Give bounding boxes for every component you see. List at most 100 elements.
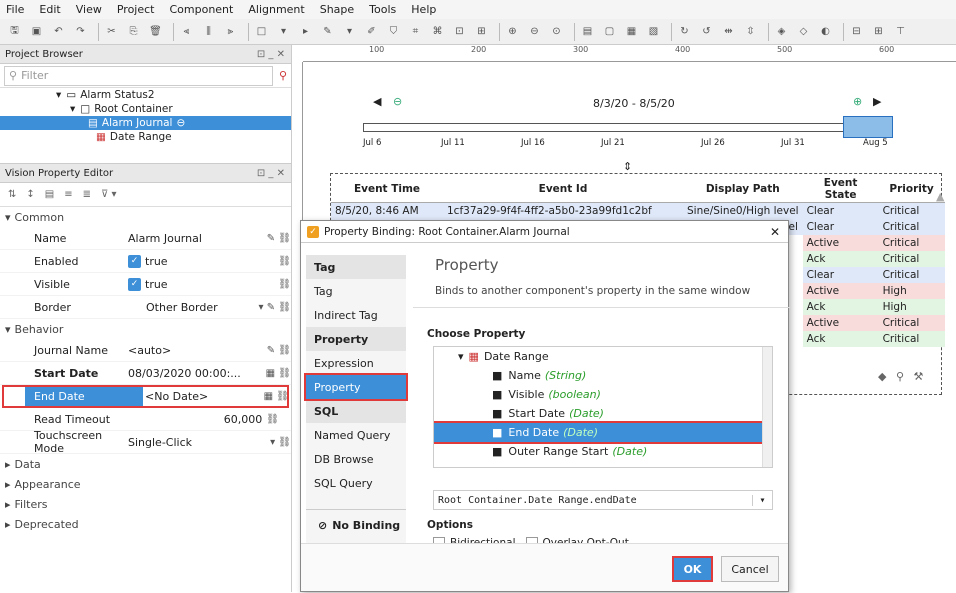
link-icon[interactable]: ⛓ [266, 414, 279, 425]
prop-journal-name[interactable]: Journal Name <auto> ✎ ⛓ [0, 339, 291, 362]
bring-front-icon[interactable]: ▦ [623, 23, 640, 40]
property-tree[interactable]: ▾ ▦ Date Range ■ Name (String) ■ Visible (bo… [433, 346, 773, 468]
rotate-back-icon[interactable]: ↺ [698, 23, 715, 40]
xor-icon[interactable]: ⊞ [473, 23, 490, 40]
link-icon[interactable]: ⛓ [278, 256, 291, 267]
prop-read-timeout[interactable]: Read Timeout 60,000 ⛓ [0, 408, 291, 431]
property-item[interactable]: ■ Visible (boolean) [434, 385, 772, 404]
menu-shape[interactable]: Shape [320, 3, 354, 16]
prev-arrow-icon[interactable]: ◀ [373, 95, 381, 108]
menu-tools[interactable]: Tools [369, 3, 396, 16]
menu-help[interactable]: Help [411, 3, 436, 16]
zoom-in-icon[interactable]: ⊕ [853, 95, 862, 108]
pointer-icon[interactable]: ▸ [297, 23, 314, 40]
expand-icon[interactable]: ▾ [458, 350, 464, 363]
filter-options-icon[interactable]: ⚲ [279, 69, 287, 82]
filter-icon[interactable]: ⊽ ▾ [101, 189, 117, 200]
stroke-icon[interactable]: ◇ [795, 23, 812, 40]
section-common[interactable]: ▾ Common [0, 207, 291, 227]
property-item[interactable]: ■ Name (String) [434, 366, 772, 385]
wand-icon[interactable]: ⚒ [914, 370, 924, 383]
close-icon[interactable]: ✕ [770, 225, 780, 239]
grid-icon[interactable]: ▤ [45, 189, 54, 200]
zoom-fit-icon[interactable]: ⊙ [548, 23, 565, 40]
tree-scrollbar[interactable] [762, 347, 772, 467]
panel-controls-icon[interactable]: ⊡ _ ✕ [257, 168, 285, 179]
menu-file[interactable]: File [6, 3, 24, 16]
binding-type-item[interactable]: Named Query [306, 423, 406, 447]
property-item[interactable]: ■ Outer Range Start (Date) [434, 442, 772, 461]
property-item-selected[interactable]: ■ End Date (Date) [434, 421, 772, 444]
flip-h-icon[interactable]: ⇹ [720, 23, 737, 40]
property-item[interactable]: ■ Start Date (Date) [434, 404, 772, 423]
prop-visible[interactable]: Visible ✓ true ⛓ [0, 273, 291, 296]
align-center-icon[interactable]: ⫼ [200, 23, 217, 40]
prop-border[interactable]: Border Other Border ▾ ✎ ⛓ [0, 296, 291, 319]
rotate-icon[interactable]: ↻ [676, 23, 693, 40]
tree-node-date-range[interactable]: ▾ ▦ Date Range [434, 347, 772, 366]
cut-icon[interactable]: ✂ [103, 23, 120, 40]
section-data[interactable]: ▸ Data [0, 454, 291, 474]
tree-item-alarm-journal[interactable]: ▤ Alarm Journal ⊖ [0, 116, 291, 130]
save-all-icon[interactable]: ▣ [28, 23, 45, 40]
pencil-icon[interactable]: ✐ [363, 23, 380, 40]
save-icon[interactable]: 🖫 [6, 23, 23, 40]
group-icon[interactable]: ▤ [579, 23, 596, 40]
cancel-button[interactable]: Cancel [721, 556, 779, 582]
flip-v-icon[interactable]: ⇳ [742, 23, 759, 40]
checkbox-icon[interactable]: ✓ [128, 254, 141, 268]
col-event-time[interactable]: Event Time [331, 176, 443, 203]
col-display-path[interactable]: Display Path [683, 176, 803, 203]
intersect-icon[interactable]: ⊡ [451, 23, 468, 40]
filter-input[interactable]: ⚲ Filter [4, 65, 273, 86]
prop-start-date[interactable]: Start Date 08/03/2020 00:00:... ▦ ⛓ [0, 362, 291, 385]
section-filters[interactable]: ▸ Filters [0, 494, 291, 514]
difference-icon[interactable]: ⌘ [429, 23, 446, 40]
shield-icon[interactable]: ⛉ [385, 23, 402, 40]
col-event-id[interactable]: Event Id [443, 176, 683, 203]
menu-edit[interactable]: Edit [39, 3, 60, 16]
col-event-state[interactable]: Event State [802, 176, 879, 203]
edit-icon[interactable]: ✎ ⛓ [267, 233, 291, 244]
binding-type-item[interactable]: SQL Query [306, 471, 406, 495]
tree-item-alarm-status2[interactable]: ▾ ▭ Alarm Status2 [0, 88, 291, 102]
sort-icon[interactable]: ⇅ [8, 189, 16, 200]
align-right-icon[interactable]: ⫸ [222, 23, 239, 40]
align-left-icon[interactable]: ⫷ [178, 23, 195, 40]
expand-icon[interactable]: ▾ [56, 89, 61, 101]
distribute-v-icon[interactable]: ⊞ [870, 23, 887, 40]
next-arrow-icon[interactable]: ▶ [873, 95, 881, 108]
copy-icon[interactable]: ⎘ [125, 23, 142, 40]
rectangle-icon[interactable]: □ [253, 23, 270, 40]
prop-enabled[interactable]: Enabled ✓ true ⛓ [0, 250, 291, 273]
zoom-out-icon[interactable]: ⊖ [526, 23, 543, 40]
tree-item-date-range[interactable]: ▦ Date Range [0, 130, 291, 144]
gradient-icon[interactable]: ◐ [817, 23, 834, 40]
link-icon[interactable]: ⛓ [278, 279, 291, 290]
zoom-in-icon[interactable]: ⊕ [504, 23, 521, 40]
edit-icon[interactable]: ✎ ⛓ [267, 345, 291, 356]
ungroup-icon[interactable]: ▢ [601, 23, 618, 40]
bucket-icon[interactable]: ◈ [773, 23, 790, 40]
binding-type-item[interactable]: DB Browse [306, 447, 406, 471]
prop-end-date[interactable]: End Date <No Date> ▦ ⛓ [2, 384, 289, 408]
checkbox-icon[interactable]: ✓ [128, 277, 141, 291]
menu-view[interactable]: View [76, 3, 102, 16]
property-path-field[interactable]: Root Container.Date Range.endDate ▾ [433, 490, 773, 510]
panel-controls-icon[interactable]: ⊡ _ ✕ [257, 49, 285, 60]
zoom-out-icon[interactable]: ⊖ [393, 95, 402, 108]
dropdown-icon[interactable]: ▾ [752, 494, 772, 506]
send-back-icon[interactable]: ▧ [645, 23, 662, 40]
distribute-h-icon[interactable]: ⊟ [848, 23, 865, 40]
diamond-icon[interactable]: ◆ [878, 370, 886, 383]
binding-type-item[interactable]: Expression [306, 351, 406, 375]
prop-name[interactable]: Name Alarm Journal ✎ ⛓ [0, 227, 291, 250]
dropdown-icon[interactable]: ▾ [341, 23, 358, 40]
col-priority[interactable]: Priority [878, 176, 945, 203]
calendar-icon[interactable]: ▦ ⛓ [266, 368, 291, 379]
calendar-icon[interactable]: ▦ ⛓ [264, 391, 289, 402]
dropdown-icon[interactable]: ▾ ⛓ [270, 437, 291, 448]
menu-alignment[interactable]: Alignment [248, 3, 304, 16]
union-icon[interactable]: ⌗ [407, 23, 424, 40]
section-behavior[interactable]: ▾ Behavior [0, 319, 291, 339]
